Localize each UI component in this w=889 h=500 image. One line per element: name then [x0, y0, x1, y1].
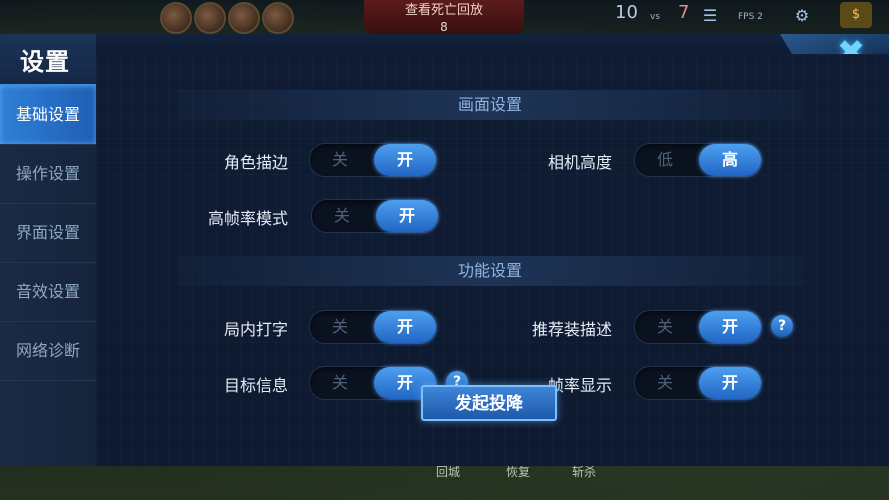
game-hud: 查看死亡回放 8 10 vs 7 ☰ FPS 2 ⚙ $ [0, 0, 889, 34]
toggle-off-option[interactable]: 关 [310, 144, 370, 176]
score-left: 10 [615, 2, 638, 23]
toggle-low-option[interactable]: 低 [635, 144, 695, 176]
sidebar: 基础设置 操作设置 界面设置 音效设置 网络诊断 [0, 86, 97, 466]
in-game-typing-label: 局内打字 [223, 320, 288, 339]
score-right: 7 [678, 2, 690, 23]
sidebar-item-network-diagnosis[interactable]: 网络诊断 [0, 322, 96, 381]
camera-height-label: 相机高度 [547, 153, 612, 172]
settings-gear-icon[interactable]: ⚙ [792, 6, 812, 26]
sidebar-item-sound-settings[interactable]: 音效设置 [0, 263, 96, 322]
outline-label: 角色描边 [223, 153, 288, 172]
help-icon[interactable]: ? [771, 315, 793, 337]
death-replay-button[interactable]: 查看死亡回放 8 [364, 0, 524, 34]
camera-height-toggle[interactable]: 低 高 [634, 143, 762, 177]
recommended-gear-desc-label: 推荐装描述 [531, 320, 612, 339]
outline-toggle[interactable]: 关 开 [309, 143, 437, 177]
sidebar-item-basic-settings[interactable]: 基础设置 [0, 86, 96, 145]
hero-avatar [160, 2, 192, 34]
toggle-off-option[interactable]: 关 [635, 367, 695, 399]
hero-avatar [194, 2, 226, 34]
death-replay-count: 8 [440, 20, 448, 34]
recommended-gear-desc-toggle[interactable]: 关 开 [634, 310, 762, 344]
hero-avatar [262, 2, 294, 34]
title-block: 设置 [0, 34, 96, 86]
sidebar-item-control-settings[interactable]: 操作设置 [0, 145, 96, 204]
title-bar [96, 34, 796, 55]
fps-readout: FPS 2 [738, 12, 763, 22]
section-header-function: 功能设置 [178, 256, 802, 286]
toggle-high-option[interactable]: 高 [699, 144, 761, 176]
toggle-on-option[interactable]: 开 [699, 367, 761, 399]
target-info-toggle[interactable]: 关 开 [309, 366, 437, 400]
high-fps-toggle[interactable]: 关 开 [311, 199, 439, 233]
surrender-button[interactable]: 发起投降 [421, 385, 557, 421]
toggle-off-option[interactable]: 关 [635, 311, 695, 343]
death-replay-label: 查看死亡回放 [404, 3, 483, 18]
toggle-off-option[interactable]: 关 [310, 311, 370, 343]
sidebar-item-interface-settings[interactable]: 界面设置 [0, 204, 96, 263]
in-game-typing-toggle[interactable]: 关 开 [309, 310, 437, 344]
hero-avatar [228, 2, 260, 34]
toggle-on-option[interactable]: 开 [374, 144, 436, 176]
menu-icon[interactable]: ☰ [700, 6, 720, 26]
coin-bag-icon[interactable]: $ [840, 2, 872, 28]
page-title: 设置 [20, 48, 70, 76]
toggle-on-option[interactable]: 开 [699, 311, 761, 343]
high-fps-label: 高帧率模式 [207, 209, 288, 228]
section-header-display: 画面设置 [178, 90, 802, 120]
toggle-off-option[interactable]: 关 [312, 200, 372, 232]
toggle-off-option[interactable]: 关 [310, 367, 370, 399]
toggle-on-option[interactable]: 开 [376, 200, 438, 232]
target-info-label: 目标信息 [223, 376, 288, 395]
fps-display-toggle[interactable]: 关 开 [634, 366, 762, 400]
toggle-on-option[interactable]: 开 [374, 311, 436, 343]
score-vs: vs [650, 12, 661, 22]
